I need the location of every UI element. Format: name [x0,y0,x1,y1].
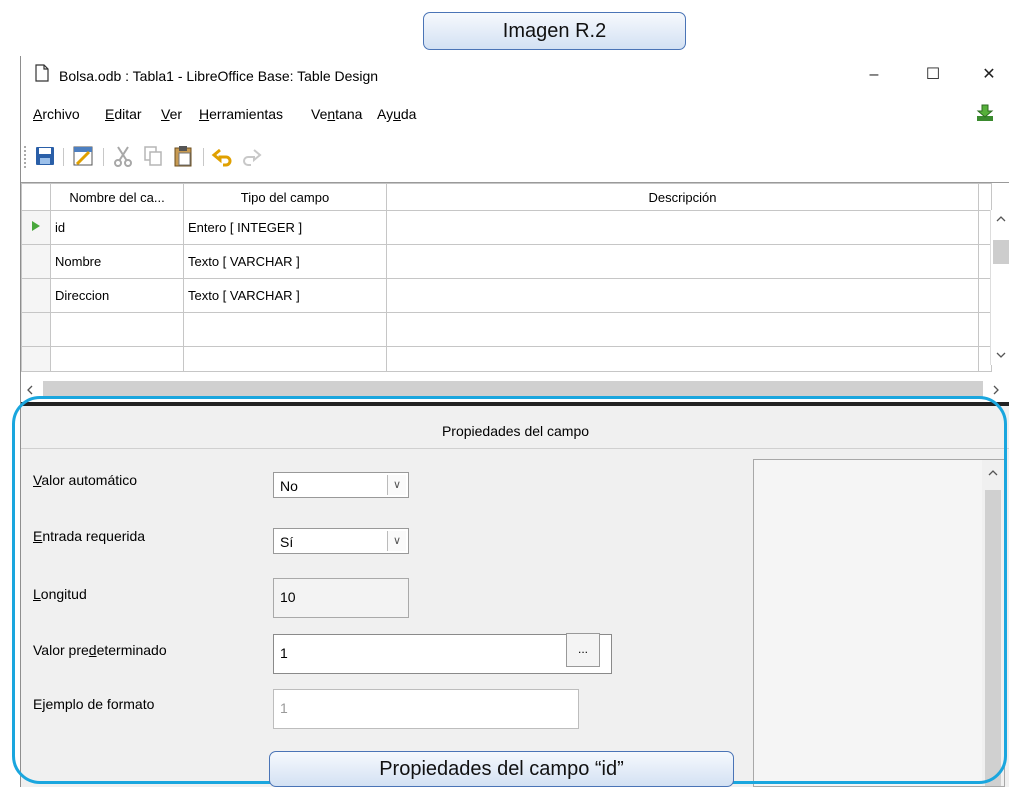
cell-field-type[interactable] [183,312,387,347]
required-select[interactable]: Sí ∨ [273,528,409,554]
cell-field-description[interactable] [386,210,979,245]
toolbar-grip[interactable] [24,146,28,168]
table-row[interactable]: id Entero [ INTEGER ] [21,210,992,245]
format-example-field[interactable]: 1 [273,689,579,729]
field-properties-panel: Propiedades del campo Valor automático N… [21,406,1009,787]
field-grid: Nombre del ca... Tipo del campo Descripc… [21,182,1009,403]
grid-vertical-scrollbar[interactable] [990,210,1009,365]
update-download-icon[interactable] [975,103,995,123]
length-label: Longitud [33,586,87,602]
row-selector[interactable] [21,312,51,347]
field-properties-title: Propiedades del campo [21,414,1009,449]
cell-field-name[interactable]: Nombre [50,244,184,279]
default-value-label: Valor predeterminado [33,642,167,658]
auto-value-select[interactable]: No ∨ [273,472,409,498]
minimize-button[interactable]: – [859,62,889,88]
title-bar: Bolsa.odb : Tabla1 - LibreOffice Base: T… [21,56,1009,96]
menu-bar: Archivo Editar Ver Herramientas Ventana … [21,102,1009,128]
default-value-field[interactable]: 1 [273,634,612,674]
scroll-down-icon[interactable] [995,350,1007,360]
cell-field-description[interactable] [386,346,979,372]
format-button[interactable]: ... [566,633,600,667]
table-design-icon[interactable] [71,144,95,168]
menu-ayuda[interactable]: Ayuda [377,106,416,122]
required-selected: Sí [280,534,294,550]
row-selector[interactable] [21,210,51,245]
callout-label-top: Imagen R.2 [423,12,686,50]
cell-field-type[interactable]: Texto [ VARCHAR ] [183,244,387,279]
grid-horizontal-scrollbar[interactable] [21,379,1009,399]
cell-field-name[interactable]: id [50,210,184,245]
row-selector[interactable] [21,346,51,372]
table-row[interactable]: Nombre Texto [ VARCHAR ] [21,244,992,279]
grid-horizontal-scroll-thumb[interactable] [43,381,983,397]
menu-herramientas[interactable]: Herramientas [199,106,283,122]
chevron-down-icon[interactable]: ∨ [387,531,406,551]
table-row[interactable] [21,346,992,372]
save-icon[interactable] [33,144,57,168]
table-row[interactable]: Direccion Texto [ VARCHAR ] [21,278,992,313]
row-selector[interactable] [21,244,51,279]
document-icon [35,64,49,82]
menu-ventana[interactable]: Ventana [311,106,362,122]
toolbar-separator [203,148,204,166]
column-header-description[interactable]: Descripción [386,183,979,211]
chevron-down-icon[interactable]: ∨ [387,475,406,495]
cell-field-description[interactable] [386,312,979,347]
cell-field-name[interactable] [50,346,184,372]
menu-ver[interactable]: Ver [161,106,182,122]
grid-header-filler [978,183,992,211]
auto-value-selected: No [280,478,298,494]
column-header-type[interactable]: Tipo del campo [183,183,387,211]
length-field[interactable]: 10 [273,578,409,618]
scroll-up-icon[interactable] [995,214,1007,224]
menu-editar[interactable]: Editar [105,106,142,122]
undo-icon[interactable] [211,144,235,168]
required-label: Entrada requerida [33,528,146,544]
redo-icon[interactable] [239,144,263,168]
help-scrollbar[interactable] [982,460,1004,786]
cell-field-type[interactable] [183,346,387,372]
window-title: Bolsa.odb : Tabla1 - LibreOffice Base: T… [59,68,379,84]
copy-icon[interactable] [141,144,165,168]
grid-corner [21,183,51,211]
close-button[interactable]: ✕ [974,62,1004,88]
toolbar [21,140,1009,172]
auto-value-label: Valor automático [33,472,138,488]
maximize-button[interactable]: ☐ [918,62,948,88]
table-row[interactable] [21,312,992,347]
grid-header-row: Nombre del ca... Tipo del campo Descripc… [21,183,992,211]
cell-field-type[interactable]: Entero [ INTEGER ] [183,210,387,245]
callout-label-bottom: Propiedades del campo “id” [269,751,734,787]
cell-field-name[interactable] [50,312,184,347]
cell-field-name[interactable]: Direccion [50,278,184,313]
cell-field-description[interactable] [386,244,979,279]
grid-vertical-scroll-thumb[interactable] [993,240,1009,264]
scroll-left-icon[interactable] [25,384,35,396]
cut-icon[interactable] [111,144,135,168]
scroll-up-icon[interactable] [987,468,999,478]
current-row-arrow-icon [32,221,40,231]
toolbar-separator [103,148,104,166]
cell-field-description[interactable] [386,278,979,313]
scroll-right-icon[interactable] [991,384,1001,396]
row-selector[interactable] [21,278,51,313]
format-example-label: Ejemplo de formato [33,696,155,712]
app-window: Bolsa.odb : Tabla1 - LibreOffice Base: T… [20,56,1009,787]
toolbar-separator [63,148,64,166]
help-text-box [753,459,1005,787]
help-scroll-thumb[interactable] [985,490,1001,786]
cell-field-type[interactable]: Texto [ VARCHAR ] [183,278,387,313]
menu-archivo[interactable]: Archivo [33,106,80,122]
paste-icon[interactable] [171,144,195,168]
column-header-name[interactable]: Nombre del ca... [50,183,184,211]
